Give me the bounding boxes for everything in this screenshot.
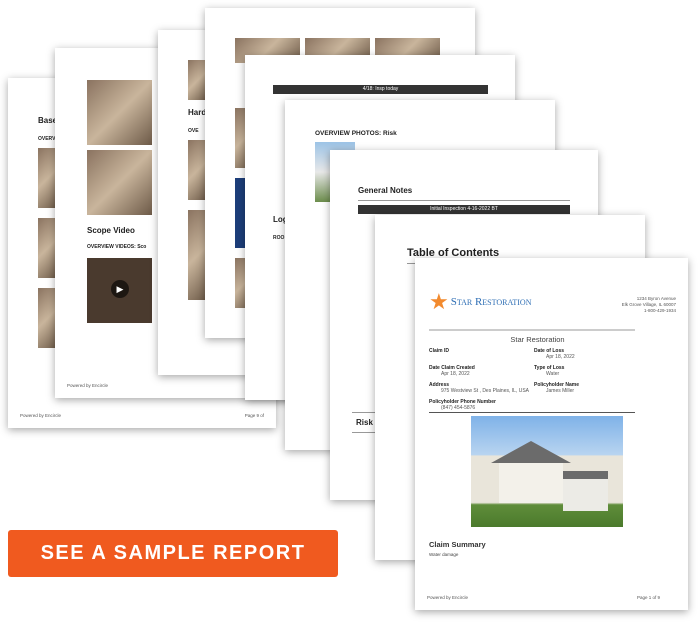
section-bar: 4/18: Insp today <box>273 85 488 94</box>
field: Address 975 Westview St , Des Plaines, IL… <box>429 382 534 394</box>
claim-summary-heading: Claim Summary <box>429 540 486 549</box>
field: Type of Loss Water <box>534 365 639 377</box>
star-logo-icon: ★ <box>429 289 449 314</box>
report-cover-page: ★ Star Restoration 1234 Byron Avenue Elk … <box>415 258 688 610</box>
risk-heading: Risk <box>356 418 373 427</box>
field-value: James Miller <box>546 388 575 394</box>
page-subheading: ROO <box>273 235 285 241</box>
play-icon[interactable]: ▶ <box>111 280 129 298</box>
photo <box>87 80 152 145</box>
page-heading: OVERVIEW PHOTOS: Risk <box>315 130 397 137</box>
field: Date of Loss Apr 18, 2022 <box>534 348 639 360</box>
page-heading: Scope Video <box>87 226 135 235</box>
address-line: 1-800-429-1934 <box>643 308 676 313</box>
footer-left: Powered by Encircle <box>67 383 109 388</box>
page-heading: Hard <box>188 108 207 117</box>
page-subheading: OVERVIEW VIDEOS: Sco <box>87 244 147 250</box>
divider <box>429 412 635 413</box>
footer-left: Powered by Encircle <box>20 413 62 418</box>
field: Date Claim Created Apr 18, 2022 <box>429 365 534 377</box>
brand-name: Star Restoration <box>450 296 532 308</box>
field-value: 975 Westview St , Des Plaines, IL, USA <box>441 388 530 394</box>
page-heading: General Notes <box>358 186 413 195</box>
field: Claim ID <box>429 348 534 360</box>
claim-fields: Claim ID Date of Loss Apr 18, 2022 Date C… <box>429 348 639 411</box>
report-title: Star Restoration <box>510 335 565 344</box>
brand-logo: ★ Star Restoration <box>429 289 532 314</box>
house-photo <box>471 416 623 527</box>
field-value: Apr 18, 2022 <box>546 354 575 360</box>
video-thumbnail: ▶ <box>87 258 152 323</box>
footer-right: Page 9 of <box>244 413 264 418</box>
field-value: Apr 18, 2022 <box>441 371 470 377</box>
divider <box>429 329 635 331</box>
field-label: Claim ID <box>429 348 450 354</box>
footer-right: Page 1 of 9 <box>636 595 660 600</box>
photo <box>87 150 152 215</box>
page-subheading: OVE <box>188 128 199 134</box>
claim-summary-text: Water damage <box>429 552 459 557</box>
field-value: Water <box>546 371 560 377</box>
section-bar: Initial Inspection 4-16-2022 BT <box>358 205 570 214</box>
company-address: 1234 Byron Avenue Elk Grove Village, IL 6… <box>622 296 676 314</box>
field-value: (847) 454-5876 <box>441 405 476 411</box>
divider <box>358 200 570 201</box>
field: Policyholder Phone Number (847) 454-5876 <box>429 399 534 411</box>
see-sample-report-button[interactable]: SEE A SAMPLE REPORT <box>8 530 338 577</box>
footer-left: Powered by Encircle <box>427 595 469 600</box>
field: Policyholder Name James Miller <box>534 382 639 394</box>
